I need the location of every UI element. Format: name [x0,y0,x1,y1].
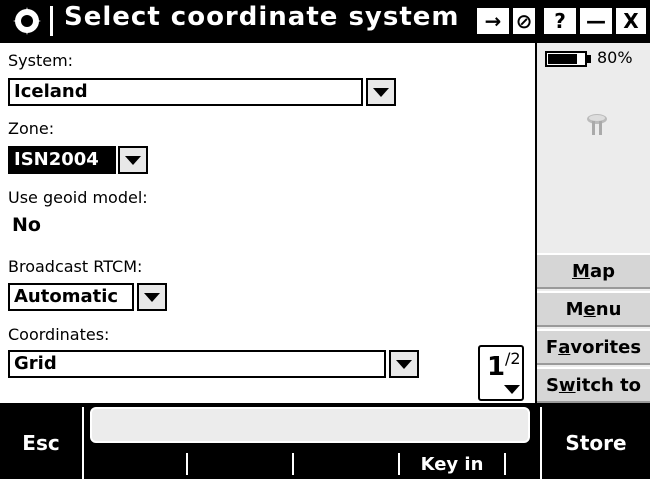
system-label: System: [8,51,74,70]
softkey-divider [186,453,188,475]
arrow-down-icon [504,385,520,394]
form-area: System: Iceland Zone: ISN2004 Use geoid … [0,43,535,403]
zone-label: Zone: [8,119,55,138]
menu-button[interactable]: Me nu [537,291,650,327]
system-dropdown-button[interactable] [366,78,396,106]
gps-receiver-icon[interactable] [585,111,609,141]
chevron-down-icon [144,292,160,302]
side-panel: 80% Map Me nu Fa vorites Sw itch to [535,43,650,403]
gear-sun-icon[interactable] [12,6,42,36]
rtcm-dropdown[interactable]: Automatic [8,283,134,311]
key-arrow-button[interactable]: → [475,6,511,36]
bottom-bar: Esc Key in Store [0,403,650,479]
help-icon: ? [554,9,566,33]
softkey-2[interactable] [190,451,290,477]
chevron-down-icon [373,87,389,97]
battery-icon [545,51,587,67]
switch-to-button[interactable]: Sw itch to [537,367,650,403]
help-button[interactable]: ? [542,6,578,36]
favorites-button[interactable]: Fa vorites [537,329,650,365]
stop-icon: ⊘ [515,9,533,33]
softkey-3[interactable] [296,451,396,477]
coordinates-label: Coordinates: [8,325,110,344]
stop-button[interactable]: ⊘ [511,6,537,36]
softkey-divider [504,453,506,475]
zone-dropdown[interactable]: ISN2004 [8,146,116,174]
store-button[interactable]: Store [540,407,650,479]
key-arrow-icon: → [484,9,502,33]
softkey-divider [398,453,400,475]
softkey-divider [292,453,294,475]
close-icon: X [623,9,639,33]
geoid-label: Use geoid model: [8,188,148,207]
coordinates-dropdown-button[interactable] [389,350,419,378]
minimize-icon: — [586,9,606,33]
geoid-value: No [12,214,41,236]
page-down-button[interactable]: 1 /2 [478,345,524,401]
title-bar: Select coordinate system → ⊘ ? — X [0,0,650,43]
map-button[interactable]: Map [537,253,650,289]
key-in-button[interactable]: Key in [402,451,502,477]
minimize-button[interactable]: — [578,6,614,36]
title-separator [50,6,53,36]
status-line [90,407,530,443]
rtcm-label: Broadcast RTCM: [8,257,143,276]
coordinates-dropdown[interactable]: Grid [8,350,386,378]
battery-tip [587,55,591,63]
zone-dropdown-button[interactable] [118,146,148,174]
window-title: Select coordinate system [64,2,460,32]
battery-level [548,54,577,64]
esc-button[interactable]: Esc [0,407,84,479]
page-total: /2 [505,349,521,368]
system-dropdown[interactable]: Iceland [8,78,363,106]
chevron-down-icon [396,359,412,369]
battery-percent: 80% [597,48,633,67]
page-current: 1 [487,352,506,382]
softkey-5[interactable] [508,451,536,477]
rtcm-dropdown-button[interactable] [137,283,167,311]
softkey-1[interactable] [90,451,185,477]
close-button[interactable]: X [614,6,648,36]
chevron-down-icon [125,155,141,165]
